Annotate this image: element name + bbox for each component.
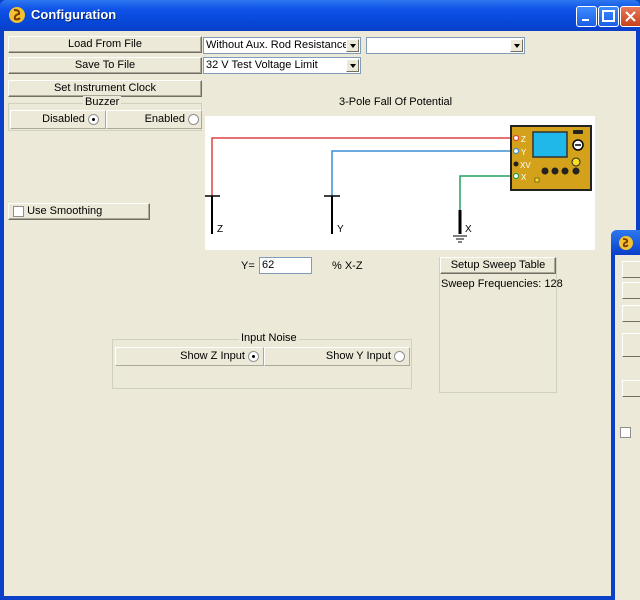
y-percent-input[interactable]: 62	[259, 257, 312, 274]
title-bar[interactable]: Configuration	[0, 0, 640, 31]
y-unit-label: % X-Z	[332, 260, 363, 272]
buzzer-enabled-radio[interactable]: Enabled	[106, 110, 202, 129]
buzzer-group-label: Buzzer	[83, 96, 122, 108]
maximize-icon	[602, 10, 615, 22]
minimize-icon	[582, 19, 589, 21]
secondary-combo[interactable]	[366, 37, 525, 54]
close-button[interactable]	[620, 6, 640, 27]
configuration-client-area: Load From File Save To File Set Instrume…	[4, 31, 636, 596]
input-noise-group: Input Noise Show Z Input Show Y Input	[112, 332, 412, 389]
show-y-input-label: Show Y Input	[325, 350, 391, 362]
app-icon	[9, 7, 25, 23]
close-icon	[625, 11, 636, 22]
secondary-window	[611, 230, 640, 600]
setup-sweep-table-button[interactable]: Setup Sweep Table	[440, 257, 556, 274]
chevron-down-icon[interactable]	[346, 59, 359, 72]
terminal-z-label: Z	[521, 135, 526, 144]
app-icon	[619, 236, 633, 250]
terminal-x-label: X	[521, 173, 527, 182]
chevron-down-icon[interactable]	[346, 39, 359, 52]
show-z-input-radio[interactable]: Show Z Input	[115, 347, 264, 366]
show-z-input-radio-indicator	[248, 350, 259, 362]
window-title: Configuration	[31, 7, 117, 22]
test-voltage-limit-value: 32 V Test Voltage Limit	[206, 59, 318, 71]
show-z-input-label: Show Z Input	[180, 350, 245, 362]
buzzer-group: Buzzer Disabled Enabled	[8, 96, 202, 131]
secondary-button-5[interactable]	[622, 380, 640, 397]
buzzer-enabled-radio-indicator	[188, 113, 199, 125]
load-from-file-button[interactable]: Load From File	[8, 36, 202, 53]
y-percent-value: 62	[262, 259, 275, 271]
buzzer-disabled-radio-indicator	[88, 113, 99, 125]
x-stake-label: X	[465, 224, 472, 235]
diagram-title: 3-Pole Fall Of Potential	[339, 96, 453, 108]
buzzer-enabled-label: Enabled	[144, 113, 185, 125]
terminal-xv-label: XV	[520, 161, 531, 170]
chevron-down-icon[interactable]	[510, 39, 523, 52]
configuration-window: Configuration Load From File Save To Fil…	[0, 0, 640, 600]
terminal-y-label: Y	[521, 148, 527, 157]
buzzer-disabled-radio[interactable]: Disabled	[10, 110, 106, 129]
secondary-button-4[interactable]	[622, 333, 640, 357]
test-voltage-limit-combo[interactable]: 32 V Test Voltage Limit	[203, 57, 361, 74]
y-stake-label: Y	[337, 224, 344, 235]
buzzer-disabled-label: Disabled	[42, 113, 85, 125]
secondary-client-area	[615, 255, 640, 600]
use-smoothing-checkbox[interactable]: Use Smoothing	[8, 203, 150, 220]
secondary-button-1[interactable]	[622, 261, 640, 278]
save-to-file-label: Save To File	[74, 59, 136, 71]
secondary-button-2[interactable]	[622, 282, 640, 299]
aux-rod-resistance-value: Without Aux. Rod Resistance	[206, 39, 349, 51]
secondary-title-bar[interactable]	[611, 230, 640, 255]
z-stake-label: Z	[217, 224, 223, 235]
maximize-button[interactable]	[598, 6, 619, 27]
load-from-file-label: Load From File	[68, 38, 142, 50]
secondary-button-3[interactable]	[622, 305, 640, 322]
set-instrument-clock-label: Set Instrument Clock	[53, 82, 157, 94]
save-to-file-button[interactable]: Save To File	[8, 57, 202, 74]
y-prefix-label: Y=	[241, 260, 255, 272]
secondary-checkbox[interactable]	[620, 427, 631, 438]
aux-rod-resistance-combo[interactable]: Without Aux. Rod Resistance	[203, 37, 361, 54]
sweep-frequencies-text: Sweep Frequencies: 128	[441, 278, 563, 290]
minimize-button[interactable]	[576, 6, 597, 27]
use-smoothing-check-indicator	[13, 205, 24, 217]
use-smoothing-label: Use Smoothing	[27, 205, 103, 217]
show-y-input-radio[interactable]: Show Y Input	[264, 347, 410, 366]
setup-sweep-table-label: Setup Sweep Table	[450, 259, 546, 271]
show-y-input-radio-indicator	[394, 350, 405, 362]
fall-of-potential-diagram: Z Y X Z Y XV X	[205, 116, 595, 250]
input-noise-group-label: Input Noise	[239, 332, 299, 344]
set-instrument-clock-button[interactable]: Set Instrument Clock	[8, 80, 202, 97]
